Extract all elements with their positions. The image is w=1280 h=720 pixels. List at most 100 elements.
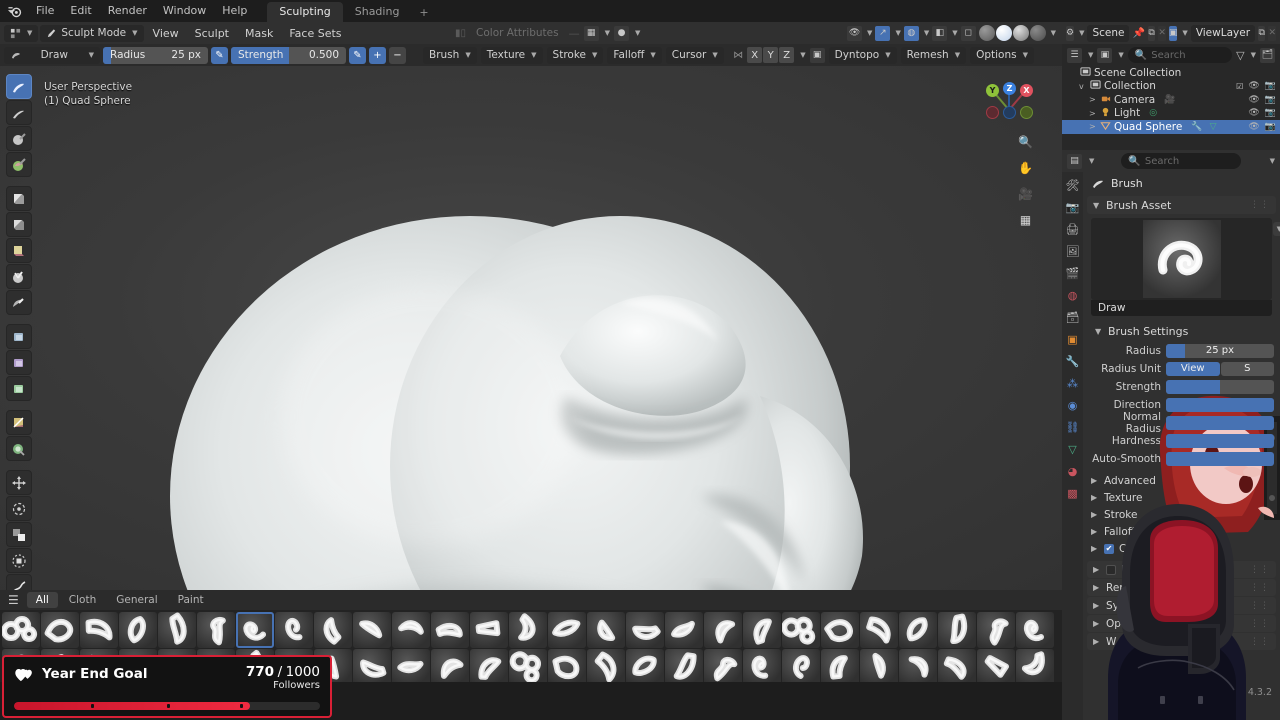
tool-snake-hook[interactable] — [6, 376, 32, 401]
popover-brush[interactable]: Brush ▼ — [423, 46, 477, 64]
menu-sculpt[interactable]: Sculpt — [188, 26, 236, 41]
gizmo-axis-neg-x[interactable] — [986, 106, 999, 119]
brush-asset-item[interactable] — [353, 612, 391, 648]
prop-row-radius[interactable]: Radius 25 px — [1089, 343, 1274, 358]
new-scene-icon[interactable]: ⧉ — [1147, 25, 1156, 41]
tool-rotate[interactable] — [6, 496, 32, 521]
tab-tool-icon[interactable]: 🛠 — [1065, 178, 1080, 193]
brush-asset-item[interactable] — [938, 612, 976, 648]
brush-selector[interactable]: Draw ▼ — [4, 46, 100, 64]
brush-asset-item[interactable] — [821, 649, 859, 682]
chevron-down-icon[interactable]: ▼ — [800, 51, 805, 59]
brush-asset-item[interactable] — [392, 612, 430, 648]
add-workspace-button[interactable]: + — [411, 3, 436, 22]
tab-shading[interactable]: Shading — [343, 2, 412, 22]
brush-asset-item[interactable] — [626, 612, 664, 648]
brush-asset-item[interactable] — [236, 612, 274, 648]
tool-elastic-deform[interactable] — [6, 350, 32, 375]
light-data-icon[interactable]: ◎ — [1149, 108, 1157, 118]
tool-grab[interactable] — [6, 324, 32, 349]
menu-face-sets[interactable]: Face Sets — [282, 26, 348, 41]
shading-mode-group[interactable] — [978, 25, 1046, 41]
tiling-icon[interactable]: ▣ — [809, 47, 825, 63]
brush-asset-item[interactable] — [1016, 612, 1054, 648]
tab-particles-icon[interactable]: ⁂ — [1065, 376, 1080, 391]
chevron-down-icon[interactable]: ▼ — [1079, 29, 1084, 37]
shading-material-icon[interactable] — [995, 25, 1012, 41]
tab-collection-icon[interactable]: 🗃 — [1065, 310, 1080, 325]
tab-object-icon[interactable]: ▣ — [1065, 332, 1080, 347]
brush-asset-item[interactable] — [1016, 649, 1054, 682]
mode-selector[interactable]: Sculpt Mode ▼ — [40, 24, 144, 42]
tool-flatten[interactable] — [6, 186, 32, 211]
strength-slider[interactable]: Strength 0.500 — [231, 46, 346, 64]
view-layer-selector[interactable]: ViewLayer — [1190, 24, 1256, 42]
outliner-row-scene-collection[interactable]: Scene Collection — [1062, 66, 1280, 80]
brush-asset-item[interactable] — [704, 612, 742, 648]
tool-line[interactable] — [6, 574, 32, 590]
prop-row-normal-radius[interactable]: Normal Radius — [1089, 411, 1274, 435]
mesh-data-icon[interactable]: ▽ — [1210, 122, 1217, 132]
brush-asset-item[interactable] — [821, 612, 859, 648]
delete-scene-icon[interactable]: ✕ — [1158, 25, 1166, 41]
radius-slider[interactable]: Radius 25 px — [103, 46, 208, 64]
disclosure-triangle-icon[interactable]: > — [1089, 95, 1097, 104]
popover-stroke[interactable]: Stroke ▼ — [546, 46, 604, 64]
chevron-down-icon[interactable]: ▼ — [1051, 29, 1056, 37]
tool-pinch[interactable] — [6, 290, 32, 315]
tab-render-icon[interactable]: 📷 — [1065, 200, 1080, 215]
3d-viewport[interactable]: User Perspective (1) Quad Sphere Y Z X 🔍… — [0, 66, 1062, 590]
brush-asset-item[interactable] — [899, 612, 937, 648]
brush-asset-item[interactable] — [197, 612, 235, 648]
symmetry-axis-group[interactable]: X Y Z — [747, 47, 795, 63]
eye-icon[interactable]: 👁 — [1248, 108, 1259, 118]
strength-pressure-toggle[interactable]: ✎ — [349, 46, 366, 64]
tool-scrape[interactable] — [6, 212, 32, 237]
outliner-row-light[interactable]: > Light ◎ 👁 📷 — [1062, 107, 1280, 121]
brush-asset-item[interactable] — [548, 612, 586, 648]
popover-options[interactable]: Options ▼ — [970, 46, 1034, 64]
editor-type-icon[interactable]: ▤ — [1067, 153, 1082, 169]
tab-material-icon[interactable]: ◕ — [1065, 464, 1080, 479]
tool-fill[interactable] — [6, 238, 32, 263]
add-direction-button[interactable]: + — [369, 46, 386, 64]
color-swatch[interactable]: ● — [614, 25, 629, 41]
brush-asset-item[interactable] — [782, 612, 820, 648]
outliner-row-toggles[interactable]: ☑ 👁 📷 — [1236, 81, 1276, 91]
menu-window[interactable]: Window — [155, 1, 214, 21]
brush-asset-item[interactable] — [431, 612, 469, 648]
brush-asset-item[interactable] — [470, 612, 508, 648]
modifier-icon[interactable]: 🔧 — [1191, 122, 1202, 132]
tab-view-layer-icon[interactable]: 🖼 — [1065, 244, 1080, 259]
view-layer-icon[interactable]: ▣ — [1168, 25, 1178, 41]
eye-icon[interactable]: 👁 — [1248, 122, 1259, 132]
brush-asset-preview[interactable]: ▼ — [1091, 218, 1280, 300]
tool-draw-sharp[interactable] — [6, 100, 32, 125]
prop-value-direction[interactable] — [1166, 397, 1274, 412]
hamburger-icon[interactable]: ☰ — [6, 593, 25, 607]
brush-asset-item[interactable] — [743, 649, 781, 682]
gizmo-axis-neg-y[interactable] — [1020, 106, 1033, 119]
checkbox-icon[interactable]: ☑ — [1236, 82, 1243, 91]
ortho-icon[interactable]: ▦ — [1016, 210, 1035, 229]
brush-asset-item[interactable] — [509, 649, 547, 682]
tab-data-icon[interactable]: ▽ — [1065, 442, 1080, 457]
camera-data-icon[interactable]: 🎥 — [1164, 95, 1175, 105]
color-picker-icon[interactable]: ▦ — [583, 25, 599, 41]
brush-asset-item[interactable] — [938, 649, 976, 682]
radius-pressure-toggle[interactable]: ✎ — [211, 46, 228, 64]
shading-solid-icon[interactable] — [978, 25, 995, 41]
gizmo-axis-neg-z[interactable] — [1003, 106, 1016, 119]
popover-falloff[interactable]: Falloff ▼ — [607, 46, 662, 64]
editor-type-icon[interactable]: ▼ — [4, 24, 39, 42]
scene-selector[interactable]: Scene — [1087, 24, 1130, 42]
gizmo-axis-y[interactable]: Y — [986, 84, 999, 97]
prop-value-normal-radius[interactable] — [1166, 415, 1274, 430]
brush-asset-item[interactable] — [626, 649, 664, 682]
zoom-icon[interactable]: 🔍 — [1016, 132, 1035, 151]
brush-asset-item[interactable] — [899, 649, 937, 682]
chevron-down-icon[interactable]: ▼ — [1088, 51, 1093, 59]
outliner-row-camera[interactable]: > Camera 🎥 👁 📷 — [1062, 93, 1280, 107]
tab-output-icon[interactable]: 🖨 — [1065, 222, 1080, 237]
prop-row-radius-unit[interactable]: Radius Unit View S — [1089, 361, 1274, 376]
